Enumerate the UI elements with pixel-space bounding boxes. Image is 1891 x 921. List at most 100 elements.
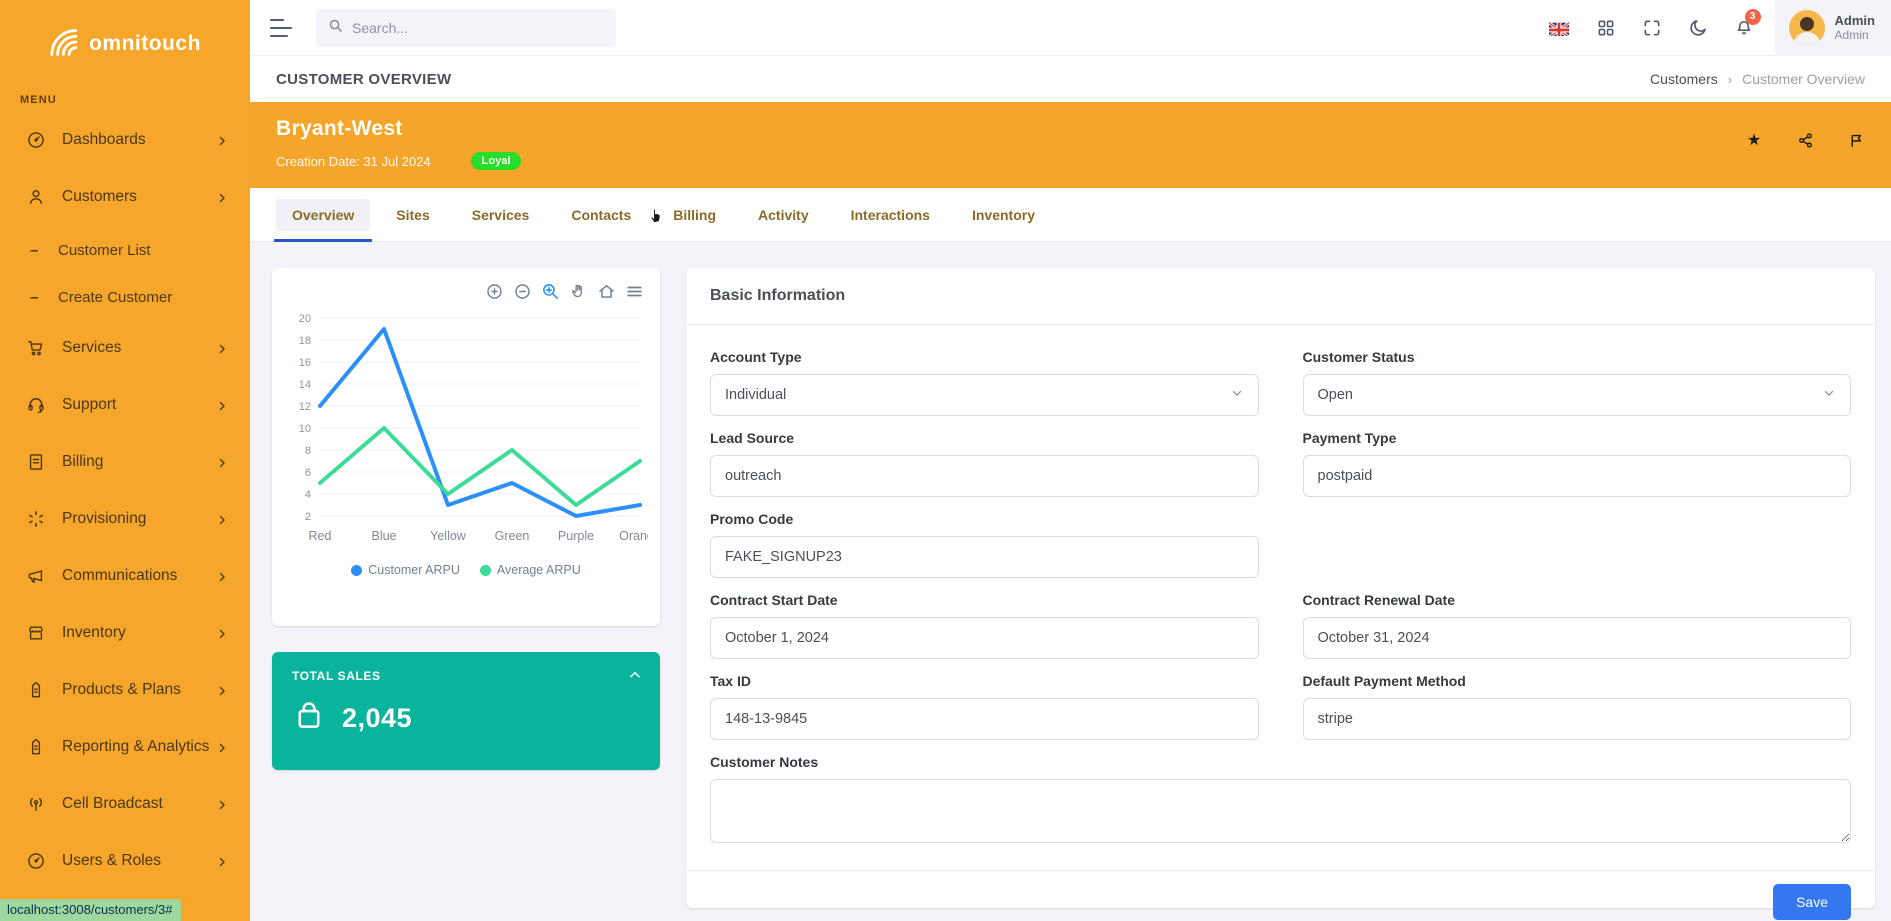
avatar	[1789, 10, 1825, 46]
search-input[interactable]	[352, 20, 592, 36]
tab-billing[interactable]: Billing	[657, 199, 732, 231]
sidebar-item-dashboards[interactable]: Dashboards	[0, 116, 250, 164]
chart-menu-icon[interactable]	[625, 282, 644, 301]
home-icon[interactable]	[597, 282, 616, 301]
user-icon	[26, 187, 46, 207]
legend-item-average-arpu[interactable]: Average ARPU	[480, 563, 581, 577]
tax-id-input[interactable]	[710, 698, 1259, 740]
breadcrumb: Customers › Customer Overview	[1650, 71, 1865, 87]
user-name: Admin	[1835, 13, 1875, 28]
tab-overview[interactable]: Overview	[276, 199, 370, 231]
moon-icon[interactable]	[1675, 0, 1721, 56]
field-customer-notes: Customer Notes	[710, 754, 1851, 848]
bell-icon[interactable]: 3	[1721, 0, 1767, 56]
sidebar-subitem-label: Customer List	[58, 242, 151, 259]
sidebar-subitem-create-customer[interactable]: –Create Customer	[0, 277, 250, 317]
field-contract-renewal-date: Contract Renewal Date	[1303, 592, 1852, 659]
brand-logo[interactable]: omnitouch	[0, 0, 250, 88]
tab-activity[interactable]: Activity	[742, 199, 825, 231]
basic-information-form: Account TypeIndividualCustomer StatusOpe…	[686, 325, 1875, 870]
payment-type-input[interactable]	[1303, 455, 1852, 497]
chevron-right-icon	[216, 191, 228, 203]
sidebar-item-communications[interactable]: Communications	[0, 552, 250, 600]
empty-cell	[1303, 511, 1852, 578]
sidebar-item-label: Communications	[62, 567, 216, 585]
creation-date: Creation Date: 31 Jul 2024	[276, 154, 431, 169]
sidebar-item-label: Inventory	[62, 624, 216, 642]
sidebar-item-billing[interactable]: Billing	[0, 438, 250, 486]
zoom-out-icon[interactable]	[513, 282, 532, 301]
svg-text:4: 4	[305, 489, 311, 501]
status-badge: Loyal	[471, 152, 522, 170]
sidebar-item-label: Users & Roles	[62, 852, 216, 870]
field-lead-source: Lead Source	[710, 430, 1259, 497]
tab-bar: Overview Sites Services Contacts Billing Acti…	[250, 188, 1891, 242]
sidebar-item-support[interactable]: Support	[0, 381, 250, 429]
account-type-select[interactable]: Individual	[710, 374, 1259, 416]
chevron-right-icon	[216, 570, 228, 582]
save-button[interactable]: Save	[1773, 884, 1851, 920]
left-column: 2468101214161820RedBlueYellowGreenPurple…	[272, 268, 660, 921]
svg-text:Green: Green	[495, 529, 530, 543]
fullscreen-icon[interactable]	[1629, 0, 1675, 56]
contract-start-date-input[interactable]	[710, 617, 1259, 659]
pan-icon[interactable]	[569, 282, 588, 301]
customer-status-select[interactable]: Open	[1303, 374, 1852, 416]
promo-code-input[interactable]	[710, 536, 1259, 578]
sidebar-item-inventory[interactable]: Inventory	[0, 609, 250, 657]
star-icon[interactable]: ★	[1745, 132, 1763, 150]
sidebar-item-label: Products & Plans	[62, 681, 216, 699]
tab-interactions[interactable]: Interactions	[835, 199, 946, 231]
zoom-in-icon[interactable]	[485, 282, 504, 301]
total-sales-label: TOTAL SALES	[292, 669, 640, 683]
sidebar-item-provisioning[interactable]: Provisioning	[0, 495, 250, 543]
sidebar-item-services[interactable]: Services	[0, 324, 250, 372]
search-icon	[328, 18, 352, 38]
chart-svg: 2468101214161820RedBlueYellowGreenPurple…	[284, 304, 648, 550]
uk-flag-icon[interactable]	[1537, 0, 1583, 56]
chevron-up-icon[interactable]	[628, 668, 642, 682]
payment-type-label: Payment Type	[1303, 430, 1852, 446]
app-root: omnitouch MENU DashboardsCustomers–Custo…	[0, 0, 1891, 921]
field-payment-type: Payment Type	[1303, 430, 1852, 497]
selection-zoom-icon[interactable]	[541, 282, 560, 301]
svg-text:Purple: Purple	[558, 529, 594, 543]
sidebar-item-customers[interactable]: Customers	[0, 173, 250, 221]
brand-name: omnitouch	[89, 32, 201, 56]
breadcrumb-parent[interactable]: Customers	[1650, 71, 1718, 87]
customer-status-label: Customer Status	[1303, 349, 1852, 365]
user-menu[interactable]: Admin Admin	[1775, 0, 1891, 56]
menu-toggle-icon[interactable]	[270, 19, 294, 37]
headset-icon	[26, 395, 46, 415]
tab-sites[interactable]: Sites	[380, 199, 445, 231]
chevron-right-icon	[216, 684, 228, 696]
sidebar-item-products-plans[interactable]: Products & Plans	[0, 666, 250, 714]
sidebar-subitem-customer-list[interactable]: –Customer List	[0, 230, 250, 270]
total-sales-value: 2,045	[342, 703, 412, 734]
sidebar-item-label: Cell Broadcast	[62, 795, 216, 813]
chevron-right-icon	[216, 342, 228, 354]
tab-inventory[interactable]: Inventory	[956, 199, 1051, 231]
field-tax-id: Tax ID	[710, 673, 1259, 740]
svg-text:18: 18	[299, 335, 311, 347]
sidebar-item-reporting-analytics[interactable]: Reporting & Analytics	[0, 723, 250, 771]
sidebar-item-label: Support	[62, 396, 216, 414]
tab-contacts[interactable]: Contacts	[555, 199, 647, 231]
apps-grid-icon[interactable]	[1583, 0, 1629, 56]
customer-notes-textarea[interactable]	[710, 779, 1851, 843]
status-bar: localhost:3008/customers/3#	[0, 899, 181, 921]
selected-value: Individual	[725, 387, 786, 403]
contract-renewal-date-input[interactable]	[1303, 617, 1852, 659]
svg-text:10: 10	[299, 423, 311, 435]
sidebar-item-cell-broadcast[interactable]: Cell Broadcast	[0, 780, 250, 828]
sidebar-item-users-roles[interactable]: Users & Roles	[0, 837, 250, 885]
flag-icon[interactable]	[1847, 132, 1865, 150]
share-icon[interactable]	[1796, 132, 1814, 150]
default-payment-method-input[interactable]	[1303, 698, 1852, 740]
lead-source-input[interactable]	[710, 455, 1259, 497]
chevron-right-icon	[216, 798, 228, 810]
svg-text:Red: Red	[309, 529, 332, 543]
page-title-row: CUSTOMER OVERVIEW Customers › Customer O…	[250, 56, 1891, 102]
legend-item-customer-arpu[interactable]: Customer ARPU	[351, 563, 460, 577]
tab-services[interactable]: Services	[456, 199, 546, 231]
